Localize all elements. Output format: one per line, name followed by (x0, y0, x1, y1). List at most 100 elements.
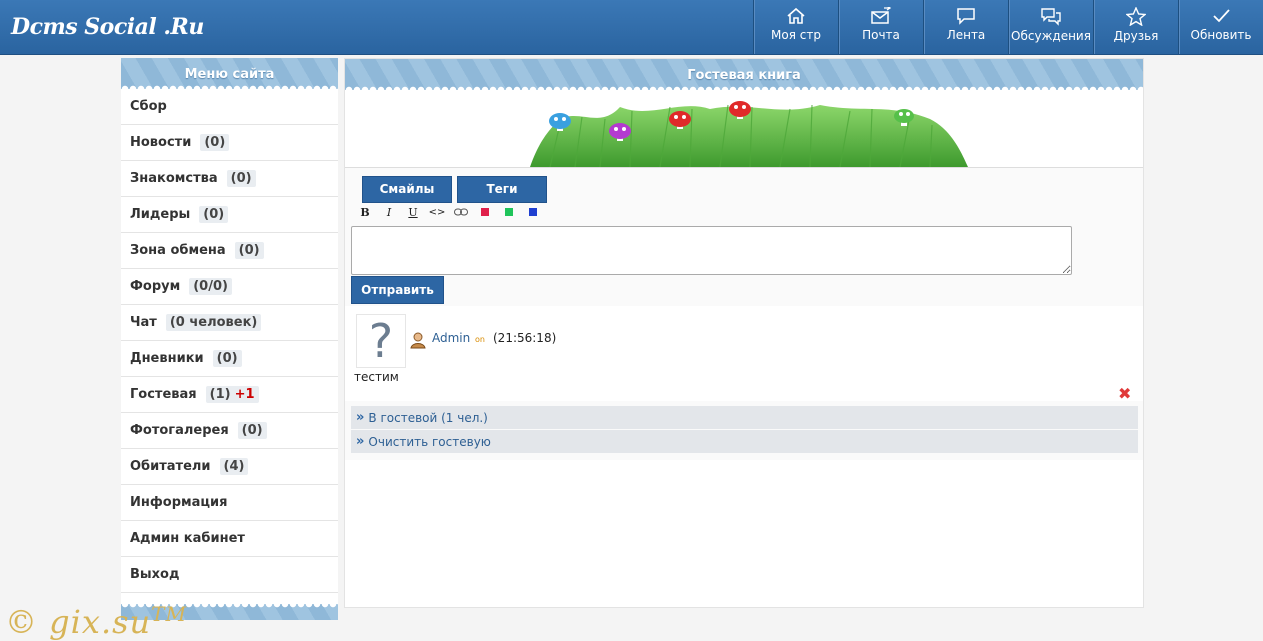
menu-item-label: Информация (130, 495, 228, 510)
site-menu: Меню сайта Сбор Новости (0) Знакомства (0) Ли… (121, 58, 338, 620)
bold-icon[interactable]: B (357, 205, 373, 219)
user-icon (410, 332, 426, 349)
link-icon[interactable] (453, 205, 469, 219)
menu-item-label: Зона обмена (130, 243, 226, 258)
code-icon[interactable]: <> (429, 205, 446, 219)
menu-item-count-value: (0 человек) (169, 315, 258, 330)
menu-item-count-value: (0) (238, 243, 260, 258)
nav-my-page[interactable]: Моя стр (753, 0, 838, 54)
menu-item-label: Дневники (130, 351, 204, 366)
nav-discussions-label: Обсуждения (1011, 29, 1091, 43)
menu-item[interactable]: Обитатели (4) (121, 449, 338, 485)
menu-item[interactable]: Знакомства (0) (121, 161, 338, 197)
chat-bubbles-icon (1041, 8, 1061, 26)
nav-friends[interactable]: Друзья (1093, 0, 1178, 54)
underline-icon[interactable]: U (405, 205, 421, 219)
guestbook-title: Гостевая книга (687, 68, 801, 83)
nav-feed[interactable]: Лента (923, 0, 1008, 54)
menu-item-count-value: (0) (216, 351, 238, 366)
menu-item-label: Лидеры (130, 207, 191, 222)
menu-item-label: Админ кабинет (130, 531, 245, 546)
nav-friends-label: Друзья (1113, 29, 1159, 43)
menu-item-count-value: (0) (203, 207, 225, 222)
chat-bubble-icon (957, 8, 975, 25)
menu-item-count-value: (0) (230, 171, 252, 186)
menu-item-label: Обитатели (130, 459, 211, 474)
menu-item-count-value: (0) (241, 423, 263, 438)
delete-icon[interactable]: ✖ (1118, 384, 1131, 403)
menu-item[interactable]: Сбор (121, 89, 338, 125)
menu-item[interactable]: Выход (121, 557, 338, 593)
message-input[interactable] (351, 226, 1072, 275)
post-time: (21:56:18) (493, 331, 557, 345)
menu-item-label: Сбор (130, 99, 167, 114)
avatar: ? (356, 314, 406, 368)
nav-refresh[interactable]: Обновить (1178, 0, 1263, 54)
smiles-tab[interactable]: Смайлы (362, 176, 452, 203)
menu-item-label: Чат (130, 315, 157, 330)
guestbook-banner: Гостевая книга (345, 59, 1143, 167)
check-icon (1213, 9, 1230, 23)
nav-feed-label: Лента (946, 28, 986, 42)
nav-refresh-label: Обновить (1190, 28, 1252, 42)
in-guestbook-link[interactable]: » В гостевой (1 чел.) (351, 406, 1138, 429)
menu-item[interactable]: Дневники (0) (121, 341, 338, 377)
menu-item[interactable]: Админ кабинет (121, 521, 338, 557)
menu-item-count: (0) (200, 134, 230, 151)
menu-item[interactable]: Фотогалерея (0) (121, 413, 338, 449)
menu-item[interactable]: Форум (0/0) (121, 269, 338, 305)
star-icon (1126, 7, 1146, 26)
tags-tab[interactable]: Теги (457, 176, 547, 203)
italic-icon[interactable]: I (381, 205, 397, 219)
send-button[interactable]: Отправить (351, 276, 444, 304)
menu-item[interactable]: Лидеры (0) (121, 197, 338, 233)
double-chevron-icon: » (356, 434, 365, 449)
menu-item-count-value: (0) (204, 135, 226, 150)
menu-item-label: Новости (130, 135, 192, 150)
blue-color-icon[interactable] (525, 205, 541, 219)
in-guestbook-label: В гостевой (1 чел.) (368, 410, 488, 425)
red-color-icon[interactable] (477, 205, 493, 219)
site-logo[interactable]: Dcms Social .Ru (11, 14, 204, 40)
menu-item-count-value: (1) (209, 387, 231, 402)
nav-discussions[interactable]: Обсуждения (1008, 0, 1093, 54)
menu-item[interactable]: Чат (0 человек) (121, 305, 338, 341)
double-chevron-icon: » (356, 410, 365, 425)
menu-item-label: Форум (130, 279, 181, 294)
menu-item-count: (0) (212, 350, 242, 367)
guestbook-post: ? Admin on (21:56:18) тестим ✖ (345, 306, 1143, 403)
nav-mail[interactable]: Почта (838, 0, 923, 54)
online-status: on (475, 335, 485, 344)
clear-guestbook-label: Очистить гостевую (368, 434, 491, 449)
format-toolbar: B I U <> (357, 205, 541, 219)
menu-item-count: (0/0) (189, 278, 232, 295)
watermark: © gix.suTM (5, 602, 187, 641)
watermark-tm: TM (151, 602, 187, 626)
menu-item[interactable]: Гостевая (1) +1 (121, 377, 338, 413)
mail-icon (871, 7, 892, 24)
menu-item-label: Знакомства (130, 171, 218, 186)
menu-item[interactable]: Зона обмена (0) (121, 233, 338, 269)
post-author[interactable]: Admin (432, 331, 470, 345)
site-menu-list: Сбор Новости (0) Знакомства (0) Лидеры (0) Зона… (121, 89, 338, 593)
green-color-icon[interactable] (501, 205, 517, 219)
menu-item-label: Фотогалерея (130, 423, 229, 438)
menu-item-count: (0 человек) (165, 314, 262, 331)
menu-item[interactable]: Информация (121, 485, 338, 521)
menu-item-label: Гостевая (130, 387, 197, 402)
home-icon (787, 7, 805, 24)
nav-mail-label: Почта (862, 28, 900, 42)
guestbook-form: Смайлы Теги B I U <> Отправить ? Admin o… (345, 167, 1143, 460)
menu-item-count: (0) (237, 422, 267, 439)
clear-guestbook-link[interactable]: » Очистить гостевую (351, 430, 1138, 453)
guestbook-panel: Гостевая книга Смайлы Теги B I U <> Отпр… (344, 58, 1144, 608)
guestbook-header: Гостевая книга (345, 59, 1143, 90)
top-bar: Dcms Social .Ru Моя стр Почта Лента Обсу… (0, 0, 1263, 55)
menu-item-count: (4) (219, 458, 249, 475)
top-nav: Моя стр Почта Лента Обсуждения Друзья Об… (753, 0, 1263, 54)
menu-item[interactable]: Новости (0) (121, 125, 338, 161)
menu-item-count: (0) (199, 206, 229, 223)
menu-item-count-value: (0/0) (193, 279, 228, 294)
site-menu-header: Меню сайта (121, 58, 338, 89)
menu-item-count-value: (4) (223, 459, 245, 474)
